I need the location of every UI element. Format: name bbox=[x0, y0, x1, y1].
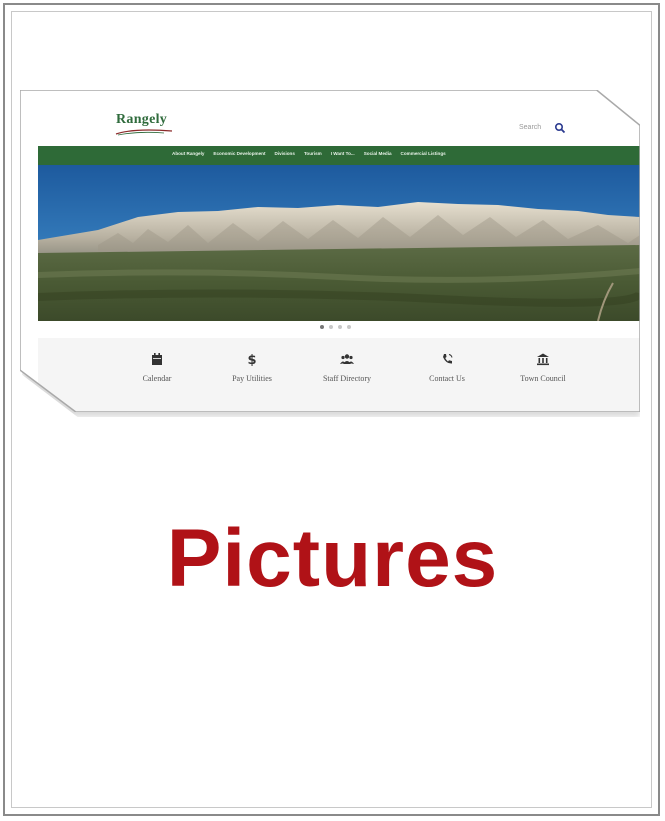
logo-swoosh-icon bbox=[115, 129, 173, 136]
hero-image bbox=[38, 165, 640, 321]
quick-link-calendar[interactable]: Calendar bbox=[112, 352, 202, 383]
calendar-icon bbox=[152, 353, 162, 365]
quick-link-town-council[interactable]: Town Council bbox=[498, 352, 588, 383]
quick-link-staff-directory[interactable]: Staff Directory bbox=[302, 352, 392, 383]
slider-dot[interactable] bbox=[320, 325, 324, 329]
nav-item[interactable]: I Want To... bbox=[331, 151, 355, 156]
quick-link-label: Town Council bbox=[520, 374, 566, 383]
search-icon[interactable] bbox=[554, 122, 566, 134]
users-icon bbox=[340, 354, 354, 364]
search-input[interactable]: Search bbox=[519, 124, 541, 131]
nav-menu: About Rangely Economic Development Divisio… bbox=[172, 151, 446, 156]
quick-link-pay-utilities[interactable]: $ Pay Utilities bbox=[207, 352, 297, 383]
site-logo[interactable]: Rangely bbox=[116, 112, 167, 128]
nav-item[interactable]: Tourism bbox=[304, 151, 322, 156]
slider-dot[interactable] bbox=[347, 325, 351, 329]
quick-link-label: Pay Utilities bbox=[232, 374, 272, 383]
site-nav-bar: About Rangely Economic Development Divisio… bbox=[38, 146, 640, 165]
quick-link-label: Staff Directory bbox=[322, 374, 372, 383]
site-header: Rangely Search bbox=[20, 90, 640, 145]
quick-link-label: Calendar bbox=[142, 374, 172, 383]
website-screenshot: Rangely Search About Rangely Economic Dev… bbox=[20, 90, 640, 412]
nav-item[interactable]: Divisions bbox=[275, 151, 295, 156]
nav-item[interactable]: About Rangely bbox=[172, 151, 204, 156]
quick-links-bar: Calendar $ Pay Utilities Staff Directory bbox=[38, 338, 640, 412]
dollar-icon: $ bbox=[247, 353, 256, 366]
slider-dot[interactable] bbox=[338, 325, 342, 329]
quick-link-contact-us[interactable]: Contact Us bbox=[402, 352, 492, 383]
slider-dots bbox=[320, 325, 351, 329]
nav-item[interactable]: Social Media bbox=[364, 151, 392, 156]
page-heading: Pictures bbox=[166, 513, 499, 604]
nav-item[interactable]: Economic Development bbox=[213, 151, 265, 156]
quick-link-label: Contact Us bbox=[429, 374, 465, 383]
building-icon bbox=[537, 353, 549, 366]
svg-text:$: $ bbox=[247, 353, 256, 366]
slider-dot[interactable] bbox=[329, 325, 333, 329]
phone-icon bbox=[443, 354, 453, 364]
nav-item[interactable]: Commercial Listings bbox=[401, 151, 446, 156]
